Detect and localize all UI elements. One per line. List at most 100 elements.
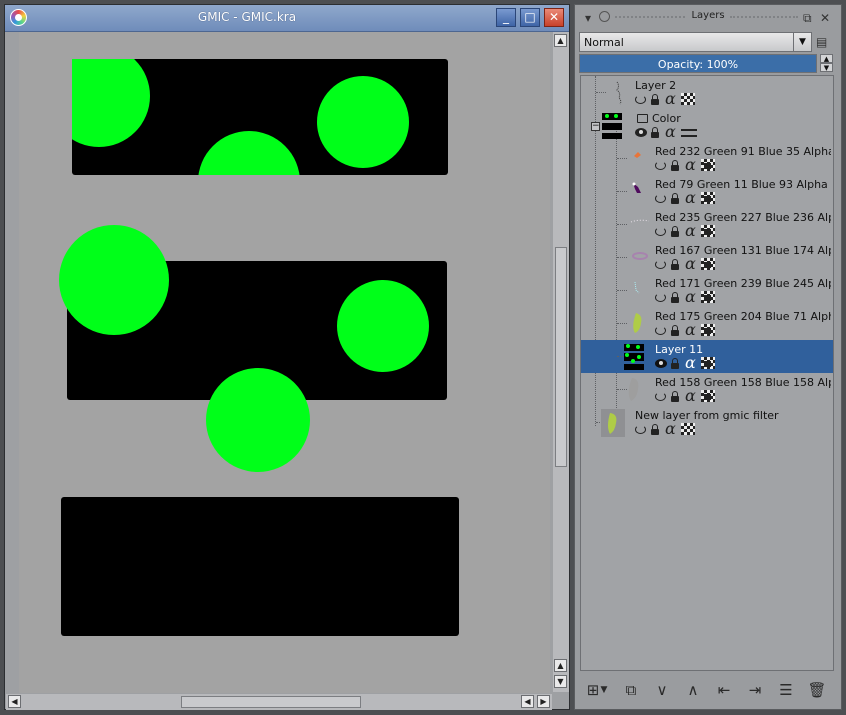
lock-toggle-icon[interactable] [671, 259, 679, 270]
visibility-toggle-icon[interactable] [655, 194, 666, 203]
opacity-spinner[interactable]: ▲ ▼ [820, 54, 833, 73]
visibility-toggle-icon[interactable] [655, 260, 666, 269]
lock-toggle-icon[interactable] [651, 127, 659, 138]
layer-name[interactable]: Red 167 Green 131 Blue 174 Alph... [655, 244, 831, 257]
properties-icon[interactable]: ☰ [775, 679, 797, 701]
horizontal-scroll-thumb[interactable] [181, 696, 361, 708]
maximize-button[interactable]: □ [520, 8, 540, 27]
opacity-slider[interactable]: Opacity: 100% [579, 54, 817, 73]
inherit-alpha-icon[interactable] [701, 258, 715, 270]
visibility-toggle-icon[interactable] [635, 425, 646, 434]
layer-name[interactable]: Red 235 Green 227 Blue 236 Alph... [655, 211, 831, 224]
lock-toggle-icon[interactable] [671, 226, 679, 237]
layer-row-selected[interactable]: Layer 11 α [581, 340, 833, 373]
inherit-alpha-icon[interactable] [701, 192, 715, 204]
alpha-lock-icon[interactable]: α [685, 157, 696, 173]
indent-left-icon[interactable]: ⇤ [713, 679, 735, 701]
vertical-scrollbar[interactable]: ▲ ▲ ▼ [553, 32, 569, 692]
inherit-alpha-icon[interactable] [701, 357, 715, 369]
move-up-icon[interactable]: ∧ [682, 679, 704, 701]
layer-name[interactable]: Red 158 Green 158 Blue 158 Alph... [655, 376, 831, 389]
visibility-toggle-icon[interactable] [655, 227, 666, 236]
alpha-lock-icon[interactable]: α [665, 124, 676, 140]
alpha-lock-icon[interactable]: α [685, 355, 696, 371]
inherit-alpha-icon[interactable] [701, 159, 715, 171]
inherit-alpha-icon[interactable] [681, 423, 695, 435]
layer-name[interactable]: Red 175 Green 204 Blue 71 Alpha... [655, 310, 831, 323]
title-bar[interactable]: GMIC - GMIC.kra _ □ ✕ [5, 5, 569, 32]
layer-properties: α [635, 124, 705, 140]
alpha-lock-icon[interactable]: α [685, 322, 696, 338]
horizontal-scrollbar[interactable]: ◀ ◀ ▶ [6, 694, 552, 710]
layer-row[interactable]: Red 79 Green 11 Blue 93 Alpha 255 α [581, 175, 833, 208]
alpha-lock-icon[interactable]: α [685, 289, 696, 305]
close-button[interactable]: ✕ [544, 8, 564, 27]
indent-right-icon[interactable]: ⇥ [744, 679, 766, 701]
scroll-left-arrow[interactable]: ◀ [8, 695, 21, 708]
delete-icon[interactable]: 🗑 [806, 679, 828, 701]
visibility-toggle-icon[interactable] [655, 392, 666, 401]
visibility-toggle-icon[interactable] [635, 128, 647, 137]
scroll-right-arrow[interactable]: ▶ [537, 695, 550, 708]
duplicate-icon[interactable]: ⧉ [620, 679, 642, 701]
scroll-up-arrow[interactable]: ▲ [554, 34, 567, 47]
collapse-group-icon[interactable]: − [591, 122, 600, 131]
blending-mode-select[interactable]: Normal ▼ [579, 32, 812, 52]
alpha-lock-icon[interactable]: α [665, 91, 676, 107]
lock-toggle-icon[interactable] [671, 292, 679, 303]
minimize-button[interactable]: _ [496, 8, 516, 27]
docker-menu-icon[interactable]: ▤ [816, 35, 831, 50]
layer-name[interactable]: Red 171 Green 239 Blue 245 Alph... [655, 277, 831, 290]
layer-row[interactable]: Layer 2 α [581, 76, 833, 109]
alpha-lock-icon[interactable]: α [685, 190, 696, 206]
layer-row[interactable]: Red 175 Green 204 Blue 71 Alpha... α [581, 307, 833, 340]
layer-row[interactable]: New layer from gmic filter α [581, 406, 833, 439]
lock-toggle-icon[interactable] [671, 391, 679, 402]
layer-row[interactable]: Red 158 Green 158 Blue 158 Alph... α [581, 373, 833, 406]
float-docker-icon[interactable]: ⧉ [803, 12, 812, 24]
close-docker-icon[interactable]: ✕ [820, 12, 830, 24]
scroll-up-arrow[interactable]: ▲ [554, 659, 567, 672]
lock-toggle-icon[interactable] [671, 358, 679, 369]
visibility-toggle-icon[interactable] [635, 95, 646, 104]
visibility-toggle-icon[interactable] [655, 293, 666, 302]
alpha-lock-icon[interactable]: α [665, 421, 676, 437]
layer-list[interactable]: Layer 2 α − Color α Red 232 Green 91 Blu… [580, 75, 834, 671]
pass-through-icon[interactable] [681, 129, 697, 137]
layer-row[interactable]: Red 171 Green 239 Blue 245 Alph... α [581, 274, 833, 307]
move-down-icon[interactable]: ∨ [651, 679, 673, 701]
layer-thumbnail [632, 182, 641, 193]
alpha-lock-icon[interactable]: α [685, 256, 696, 272]
visibility-toggle-icon[interactable] [655, 161, 666, 170]
alpha-lock-icon[interactable]: α [685, 223, 696, 239]
layer-row[interactable]: Red 167 Green 131 Blue 174 Alph... α [581, 241, 833, 274]
inherit-alpha-icon[interactable] [701, 324, 715, 336]
layer-row[interactable]: − Color α [581, 109, 833, 142]
scroll-left-arrow[interactable]: ◀ [521, 695, 534, 708]
visibility-toggle-icon[interactable] [655, 359, 667, 368]
layer-row[interactable]: Red 235 Green 227 Blue 236 Alph... α [581, 208, 833, 241]
lock-toggle-icon[interactable] [651, 94, 659, 105]
inherit-alpha-icon[interactable] [701, 225, 715, 237]
lock-toggle-icon[interactable] [671, 325, 679, 336]
inherit-alpha-icon[interactable] [681, 93, 695, 105]
visibility-toggle-icon[interactable] [655, 326, 666, 335]
layer-row[interactable]: Red 232 Green 91 Blue 35 Alpha ... α [581, 142, 833, 175]
scroll-down-arrow[interactable]: ▼ [554, 675, 567, 688]
inherit-alpha-icon[interactable] [701, 291, 715, 303]
dropdown-icon[interactable]: ▼ [598, 679, 610, 701]
canvas[interactable] [19, 32, 550, 693]
layer-name[interactable]: Red 232 Green 91 Blue 35 Alpha ... [655, 145, 831, 158]
spin-down-icon[interactable]: ▼ [820, 63, 833, 72]
lock-toggle-icon[interactable] [671, 193, 679, 204]
lock-toggle-icon[interactable] [671, 160, 679, 171]
layer-name[interactable]: New layer from gmic filter [635, 409, 779, 422]
alpha-lock-icon[interactable]: α [685, 388, 696, 404]
spin-up-icon[interactable]: ▲ [820, 54, 833, 63]
layer-thumbnail [616, 81, 622, 105]
inherit-alpha-icon[interactable] [701, 390, 715, 402]
vertical-scroll-thumb[interactable] [555, 247, 567, 467]
chevron-down-icon[interactable]: ▼ [793, 33, 811, 51]
lock-toggle-icon[interactable] [651, 424, 659, 435]
layer-name[interactable]: Red 79 Green 11 Blue 93 Alpha 255 [655, 178, 831, 191]
